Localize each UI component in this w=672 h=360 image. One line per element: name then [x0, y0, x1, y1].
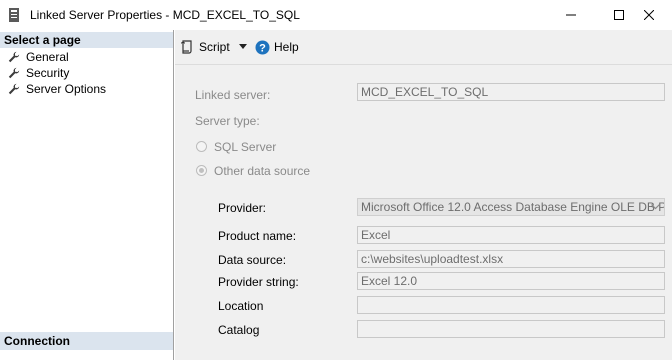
page-item-general[interactable]: General — [8, 49, 69, 65]
general-page-content: Script ? Help Linked server: MCD_EXCEL_T… — [175, 30, 672, 360]
provider-string-label: Provider string: — [218, 275, 299, 289]
provider-label: Provider: — [218, 201, 267, 215]
location-field[interactable] — [357, 296, 665, 314]
data-source-field[interactable]: c:\websites\uploadtest.xlsx — [357, 250, 665, 268]
wrench-icon — [8, 83, 20, 95]
title-bar: Linked Server Properties - MCD_EXCEL_TO_… — [0, 0, 672, 30]
connection-header: Connection — [0, 332, 173, 350]
script-label: Script — [199, 40, 230, 54]
help-button[interactable]: ? Help — [255, 39, 299, 55]
wrench-icon — [8, 67, 20, 79]
page-item-security[interactable]: Security — [8, 65, 69, 81]
provider-string-field[interactable]: Excel 12.0 — [357, 272, 665, 290]
linked-server-field[interactable]: MCD_EXCEL_TO_SQL — [357, 83, 665, 101]
script-button[interactable]: Script — [181, 39, 230, 55]
help-icon: ? — [255, 40, 270, 54]
close-icon — [644, 10, 654, 20]
script-icon — [181, 40, 192, 54]
maximize-icon — [614, 10, 624, 20]
svg-text:?: ? — [259, 42, 266, 54]
chevron-down-icon — [651, 204, 660, 210]
minimize-icon — [566, 14, 576, 16]
location-label: Location — [218, 299, 264, 313]
data-source-label: Data source: — [218, 253, 287, 267]
script-dropdown-arrow-icon[interactable] — [239, 44, 247, 49]
page-item-label: Server Options — [26, 82, 107, 96]
linked-server-label: Linked server: — [195, 88, 271, 102]
page-item-server-options[interactable]: Server Options — [8, 81, 106, 97]
catalog-field[interactable] — [357, 320, 665, 338]
provider-value: Microsoft Office 12.0 Access Database En… — [361, 200, 665, 214]
product-name-field[interactable]: Excel — [357, 226, 665, 244]
wrench-icon — [8, 51, 20, 63]
page-item-label: Security — [26, 66, 70, 80]
provider-select[interactable]: Microsoft Office 12.0 Access Database En… — [357, 198, 665, 216]
page-item-label: General — [26, 50, 69, 64]
help-label: Help — [274, 40, 299, 54]
product-name-label: Product name: — [218, 229, 297, 243]
toolbar: Script ? Help — [175, 30, 672, 65]
server-properties-icon — [9, 8, 19, 22]
close-button[interactable] — [626, 0, 672, 30]
server-type-label: Server type: — [195, 114, 260, 128]
catalog-label: Catalog — [218, 323, 260, 337]
other-data-source-radio[interactable] — [196, 165, 207, 176]
sql-server-radio-label: SQL Server — [214, 140, 277, 154]
minimize-button[interactable] — [548, 0, 594, 30]
select-page-pane: Select a page General Security Server Op… — [0, 30, 174, 360]
other-data-source-radio-label: Other data source — [214, 164, 311, 178]
sql-server-radio[interactable] — [196, 141, 207, 152]
window-title: Linked Server Properties - MCD_EXCEL_TO_… — [30, 8, 300, 22]
select-page-header: Select a page — [0, 32, 173, 48]
